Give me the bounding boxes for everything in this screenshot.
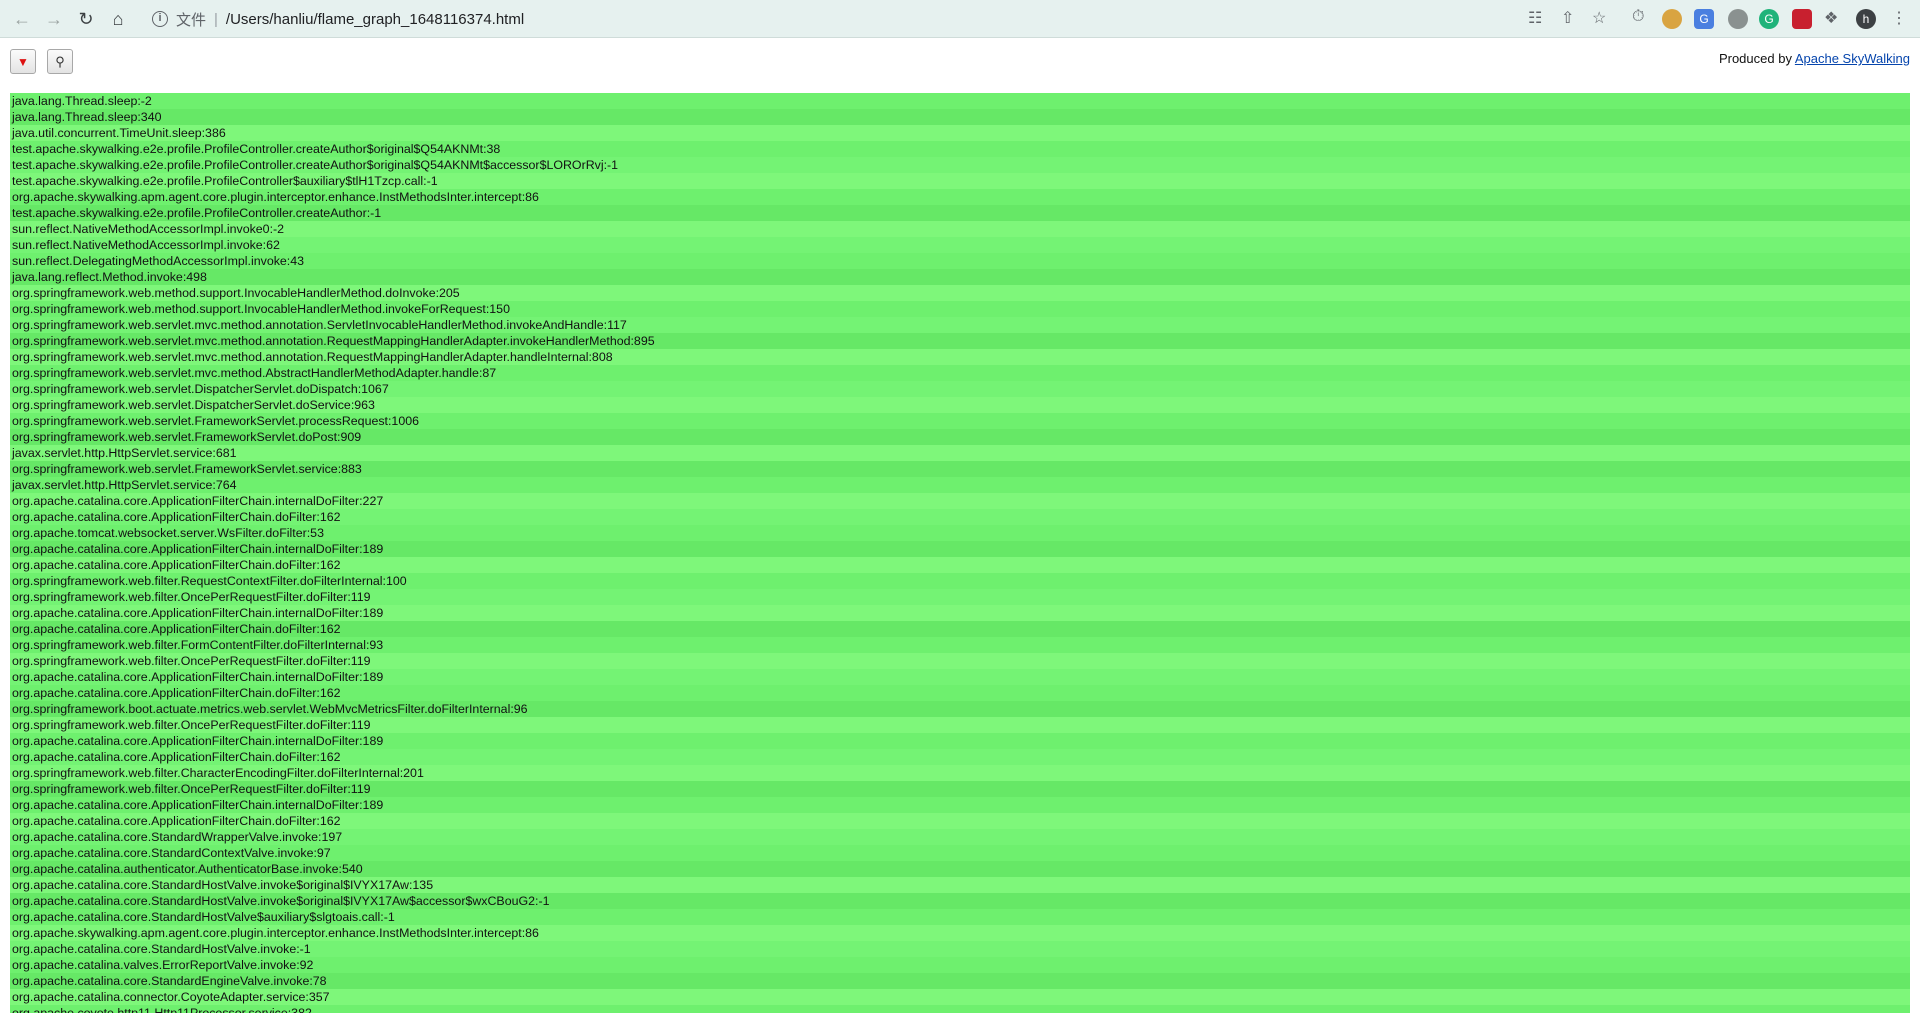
shield-extension-icon[interactable] — [1728, 9, 1748, 29]
flame-frame[interactable]: org.springframework.web.servlet.Dispatch… — [10, 397, 1910, 413]
flame-frame[interactable]: org.springframework.web.method.support.I… — [10, 285, 1910, 301]
flame-frame[interactable]: org.apache.catalina.core.ApplicationFilt… — [10, 813, 1910, 829]
flame-frame[interactable]: org.apache.skywalking.apm.agent.core.plu… — [10, 925, 1910, 941]
flame-frame[interactable]: org.apache.catalina.core.ApplicationFilt… — [10, 509, 1910, 525]
forward-arrow-icon[interactable]: → — [40, 5, 68, 33]
red-extension-icon[interactable] — [1792, 9, 1812, 29]
flame-frame[interactable]: org.springframework.web.method.support.I… — [10, 301, 1910, 317]
flame-frame[interactable]: org.apache.catalina.core.StandardEngineV… — [10, 973, 1910, 989]
flame-frame[interactable]: org.springframework.web.servlet.mvc.meth… — [10, 317, 1910, 333]
flame-frame[interactable]: org.apache.catalina.core.StandardHostVal… — [10, 941, 1910, 957]
flame-frame[interactable]: org.apache.catalina.core.ApplicationFilt… — [10, 733, 1910, 749]
flame-frame[interactable]: org.apache.catalina.core.ApplicationFilt… — [10, 685, 1910, 701]
flame-frame[interactable]: org.apache.catalina.core.StandardHostVal… — [10, 893, 1910, 909]
flame-frame[interactable]: org.springframework.web.filter.FormConte… — [10, 637, 1910, 653]
url-separator: | — [214, 10, 218, 28]
flame-frame[interactable]: test.apache.skywalking.e2e.profile.Profi… — [10, 157, 1910, 173]
flame-frame[interactable]: sun.reflect.NativeMethodAccessorImpl.inv… — [10, 221, 1910, 237]
flame-frame[interactable]: test.apache.skywalking.e2e.profile.Profi… — [10, 141, 1910, 157]
address-bar[interactable]: i 文件 | /Users/hanliu/flame_graph_1648116… — [140, 4, 1640, 34]
flame-frame[interactable]: org.apache.catalina.authenticator.Authen… — [10, 861, 1910, 877]
flame-frame[interactable]: org.springframework.boot.actuate.metrics… — [10, 701, 1910, 717]
flame-frame[interactable]: org.springframework.web.filter.Character… — [10, 765, 1910, 781]
flame-frame[interactable]: org.springframework.web.servlet.mvc.meth… — [10, 365, 1910, 381]
flame-frame[interactable]: java.lang.Thread.sleep:340 — [10, 109, 1910, 125]
flame-frame[interactable]: org.apache.catalina.core.StandardHostVal… — [10, 877, 1910, 893]
home-icon[interactable]: ⌂ — [104, 5, 132, 33]
flame-frame[interactable]: org.springframework.web.servlet.Framewor… — [10, 461, 1910, 477]
share-icon[interactable]: ⇧ — [1561, 8, 1574, 28]
translate-extension-icon[interactable]: G — [1694, 9, 1714, 29]
search-button[interactable]: ⚲ — [47, 49, 73, 74]
flame-frame[interactable]: org.springframework.web.filter.RequestCo… — [10, 573, 1910, 589]
flame-frame[interactable]: org.apache.catalina.valves.ErrorReportVa… — [10, 957, 1910, 973]
flame-frame[interactable]: org.apache.catalina.connector.CoyoteAdap… — [10, 989, 1910, 1005]
browser-toolbar: ← → ↻ ⌂ i 文件 | /Users/hanliu/flame_graph… — [0, 0, 1920, 38]
flame-frame[interactable]: test.apache.skywalking.e2e.profile.Profi… — [10, 173, 1910, 189]
flame-frame[interactable]: org.apache.catalina.core.ApplicationFilt… — [10, 541, 1910, 557]
flame-graph: java.lang.Thread.sleep:-2 java.lang.Threa… — [10, 93, 1910, 1013]
info-icon[interactable]: i — [152, 11, 168, 27]
flame-frame[interactable]: org.apache.catalina.core.StandardContext… — [10, 845, 1910, 861]
translate-icon[interactable]: ☷ — [1528, 8, 1542, 28]
more-menu-icon[interactable]: ⋮ — [1891, 8, 1907, 28]
reset-zoom-button[interactable]: ▼ — [10, 49, 36, 74]
flame-frame[interactable]: org.apache.skywalking.apm.agent.core.plu… — [10, 189, 1910, 205]
triangle-down-icon: ▼ — [17, 54, 29, 69]
flame-frame[interactable]: org.apache.catalina.core.ApplicationFilt… — [10, 797, 1910, 813]
flame-frame[interactable]: javax.servlet.http.HttpServlet.service:6… — [10, 445, 1910, 461]
timer-extension-icon[interactable]: ⏱ — [1632, 8, 1644, 26]
flame-frame[interactable]: org.apache.catalina.core.ApplicationFilt… — [10, 557, 1910, 573]
grammarly-extension-icon[interactable]: G — [1759, 9, 1779, 29]
flame-frame[interactable]: org.apache.catalina.core.ApplicationFilt… — [10, 669, 1910, 685]
produced-by-credit: Produced by Apache SkyWalking — [1719, 51, 1910, 66]
flame-frame[interactable]: java.util.concurrent.TimeUnit.sleep:386 — [10, 125, 1910, 141]
profile-avatar[interactable]: h — [1856, 9, 1876, 29]
flame-frame[interactable]: sun.reflect.NativeMethodAccessorImpl.inv… — [10, 237, 1910, 253]
puzzle-extensions-icon[interactable]: ❖ — [1824, 8, 1838, 28]
flame-frame[interactable]: org.springframework.web.servlet.mvc.meth… — [10, 349, 1910, 365]
flame-frame[interactable]: java.lang.reflect.Method.invoke:498 — [10, 269, 1910, 285]
bookmark-star-icon[interactable]: ☆ — [1592, 8, 1606, 28]
flame-frame[interactable]: test.apache.skywalking.e2e.profile.Profi… — [10, 205, 1910, 221]
flame-frame[interactable]: org.apache.coyote.http11.Http11Processor… — [10, 1005, 1910, 1013]
flame-frame[interactable]: org.apache.catalina.core.ApplicationFilt… — [10, 605, 1910, 621]
flame-frame[interactable]: org.apache.tomcat.websocket.server.WsFil… — [10, 525, 1910, 541]
produced-by-label: Produced by — [1718, 51, 1792, 66]
flame-frame[interactable]: org.apache.catalina.core.StandardHostVal… — [10, 909, 1910, 925]
flame-frame[interactable]: org.apache.catalina.core.StandardWrapper… — [10, 829, 1910, 845]
back-arrow-icon[interactable]: ← — [8, 5, 36, 33]
flame-frame[interactable]: java.lang.Thread.sleep:-2 — [10, 93, 1910, 109]
skywalking-link[interactable]: Apache SkyWalking — [1795, 51, 1910, 66]
flame-frame[interactable]: sun.reflect.DelegatingMethodAccessorImpl… — [10, 253, 1910, 269]
flame-frame[interactable]: org.springframework.web.filter.OncePerRe… — [10, 717, 1910, 733]
flame-frame[interactable]: org.springframework.web.servlet.mvc.meth… — [10, 333, 1910, 349]
flame-frame[interactable]: org.springframework.web.servlet.Framewor… — [10, 429, 1910, 445]
flame-frame[interactable]: org.apache.catalina.core.ApplicationFilt… — [10, 621, 1910, 637]
url-text: /Users/hanliu/flame_graph_1648116374.htm… — [225, 10, 525, 28]
flame-frame[interactable]: org.apache.catalina.core.ApplicationFilt… — [10, 493, 1910, 509]
cookie-extension-icon[interactable] — [1662, 9, 1682, 29]
flame-frame[interactable]: org.springframework.web.filter.OncePerRe… — [10, 589, 1910, 605]
flame-frame[interactable]: org.springframework.web.servlet.Dispatch… — [10, 381, 1910, 397]
flame-frame[interactable]: org.springframework.web.servlet.Framewor… — [10, 413, 1910, 429]
magnifier-icon: ⚲ — [55, 53, 65, 69]
url-scheme-label: 文件 — [176, 11, 207, 29]
flame-frame[interactable]: org.apache.catalina.core.ApplicationFilt… — [10, 749, 1910, 765]
flame-frame[interactable]: javax.servlet.http.HttpServlet.service:7… — [10, 477, 1910, 493]
flame-frame[interactable]: org.springframework.web.filter.OncePerRe… — [10, 781, 1910, 797]
flame-frame[interactable]: org.springframework.web.filter.OncePerRe… — [10, 653, 1910, 669]
reload-icon[interactable]: ↻ — [72, 5, 100, 33]
